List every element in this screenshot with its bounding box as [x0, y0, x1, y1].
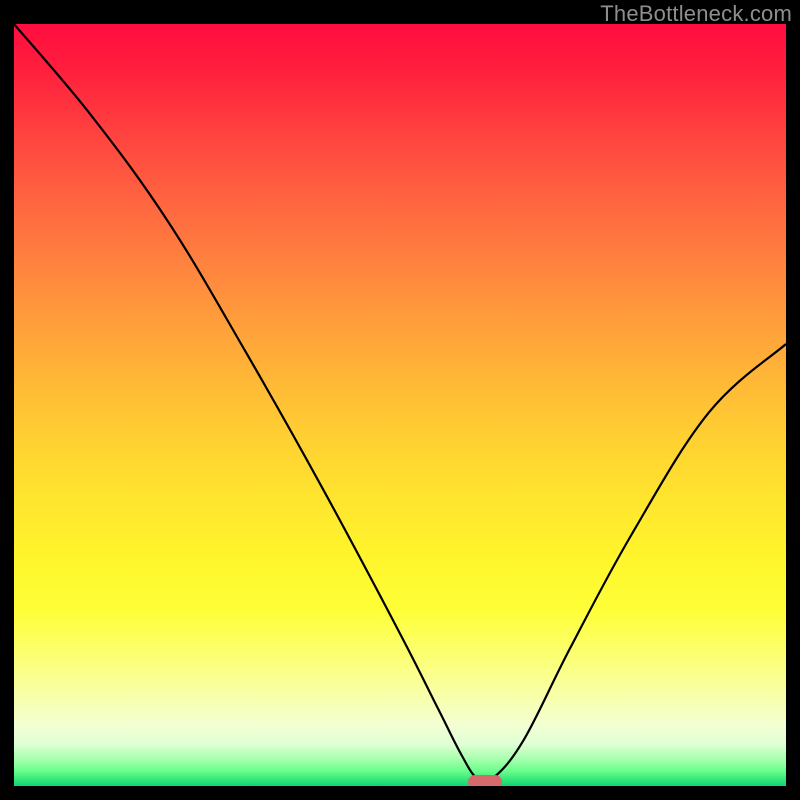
- curve-path: [14, 24, 786, 783]
- watermark-text: TheBottleneck.com: [600, 1, 792, 27]
- optimum-marker: [468, 775, 502, 786]
- plot-area: [14, 24, 786, 786]
- chart-frame: TheBottleneck.com: [0, 0, 800, 800]
- bottleneck-curve: [14, 24, 786, 786]
